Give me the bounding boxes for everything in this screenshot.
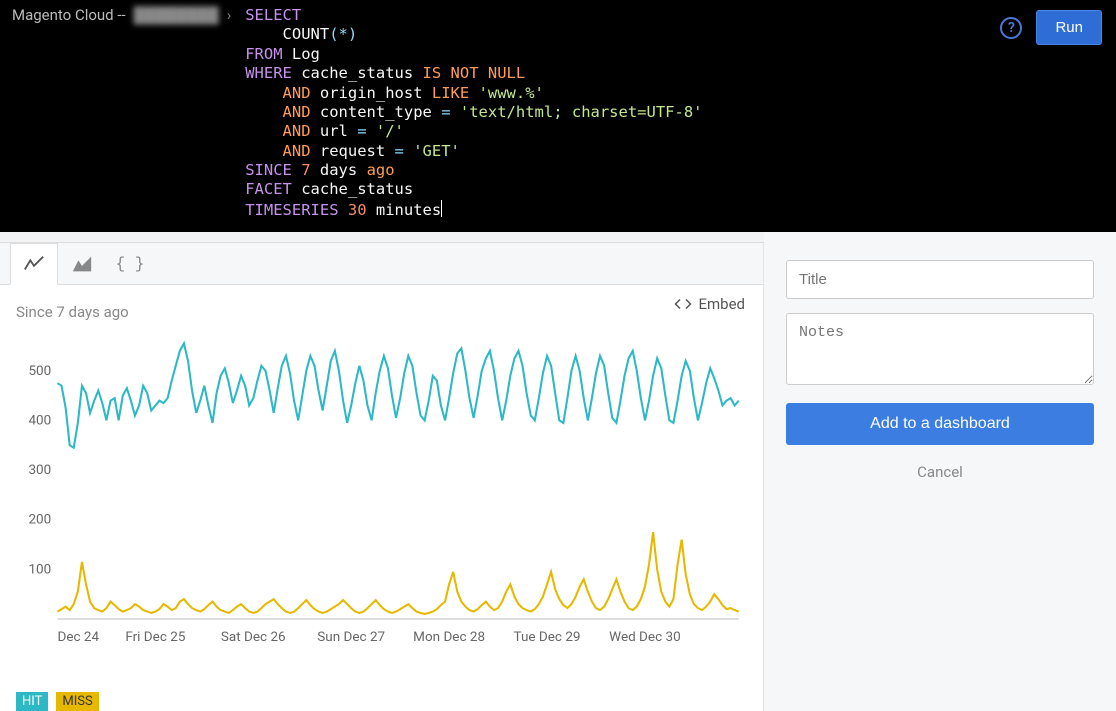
svg-text:300: 300	[28, 463, 51, 478]
add-to-dashboard-button[interactable]: Add to a dashboard	[786, 403, 1094, 445]
svg-text:Fri Dec 25: Fri Dec 25	[125, 630, 185, 645]
svg-text:Tue Dec 29: Tue Dec 29	[514, 630, 581, 645]
legend-miss[interactable]: MISS	[56, 692, 98, 711]
notes-textarea[interactable]	[786, 313, 1094, 385]
query-editor-bar: Magento Cloud -- ████████ › SELECT COUNT…	[0, 0, 1116, 232]
breadcrumb-item-2-obscured: ████████	[134, 6, 219, 24]
svg-text:Mon Dec 28: Mon Dec 28	[413, 630, 485, 645]
embed-icon	[674, 295, 692, 313]
svg-text:100: 100	[28, 563, 51, 578]
svg-text:500: 500	[28, 364, 51, 379]
run-button[interactable]: Run	[1036, 10, 1102, 45]
breadcrumb-item-1[interactable]: Magento Cloud --	[12, 6, 126, 24]
chart-type-tabs: { }	[0, 243, 763, 285]
chevron-right-icon: ›	[227, 6, 232, 24]
cancel-button[interactable]: Cancel	[786, 463, 1094, 481]
tab-json[interactable]: { }	[106, 243, 154, 285]
chart-panel: { } Embed Since 7 days ago 100 200 300 400 5…	[0, 242, 764, 711]
svg-text:400: 400	[28, 414, 51, 429]
svg-text:Sat Dec 26: Sat Dec 26	[221, 630, 286, 645]
top-actions: ? Run	[1000, 10, 1102, 45]
chart-time-range-label: Since 7 days ago	[0, 285, 763, 321]
tab-line-chart[interactable]	[10, 243, 58, 285]
json-braces-icon: { }	[116, 255, 145, 273]
svg-text:Wed Dec 30: Wed Dec 30	[609, 630, 681, 645]
embed-button[interactable]: Embed	[674, 295, 745, 313]
svg-text:Sun Dec 27: Sun Dec 27	[317, 630, 385, 645]
area-chart-icon	[71, 253, 93, 275]
svg-text:200: 200	[28, 513, 51, 528]
help-icon[interactable]: ?	[1000, 17, 1022, 39]
line-chart-icon	[23, 253, 45, 275]
nrql-query-editor[interactable]: SELECT COUNT(*) FROM Log WHERE cache_sta…	[245, 6, 702, 220]
results-area: { } Embed Since 7 days ago 100 200 300 400 5…	[0, 232, 1116, 711]
title-input[interactable]	[786, 260, 1094, 299]
legend-hit[interactable]: HIT	[16, 692, 48, 711]
timeseries-chart[interactable]: 100 200 300 400 500 Dec 24 Fri Dec 25 Sat Dec 2…	[18, 333, 745, 653]
breadcrumb[interactable]: Magento Cloud -- ████████ ›	[12, 6, 231, 24]
chart-body: 100 200 300 400 500 Dec 24 Fri Dec 25 Sat Dec 2…	[0, 321, 763, 686]
chart-legend: HIT MISS	[0, 686, 763, 711]
tab-area-chart[interactable]	[58, 243, 106, 285]
svg-text:Dec 24: Dec 24	[57, 630, 99, 645]
save-sidebar: Add to a dashboard Cancel	[764, 232, 1116, 711]
